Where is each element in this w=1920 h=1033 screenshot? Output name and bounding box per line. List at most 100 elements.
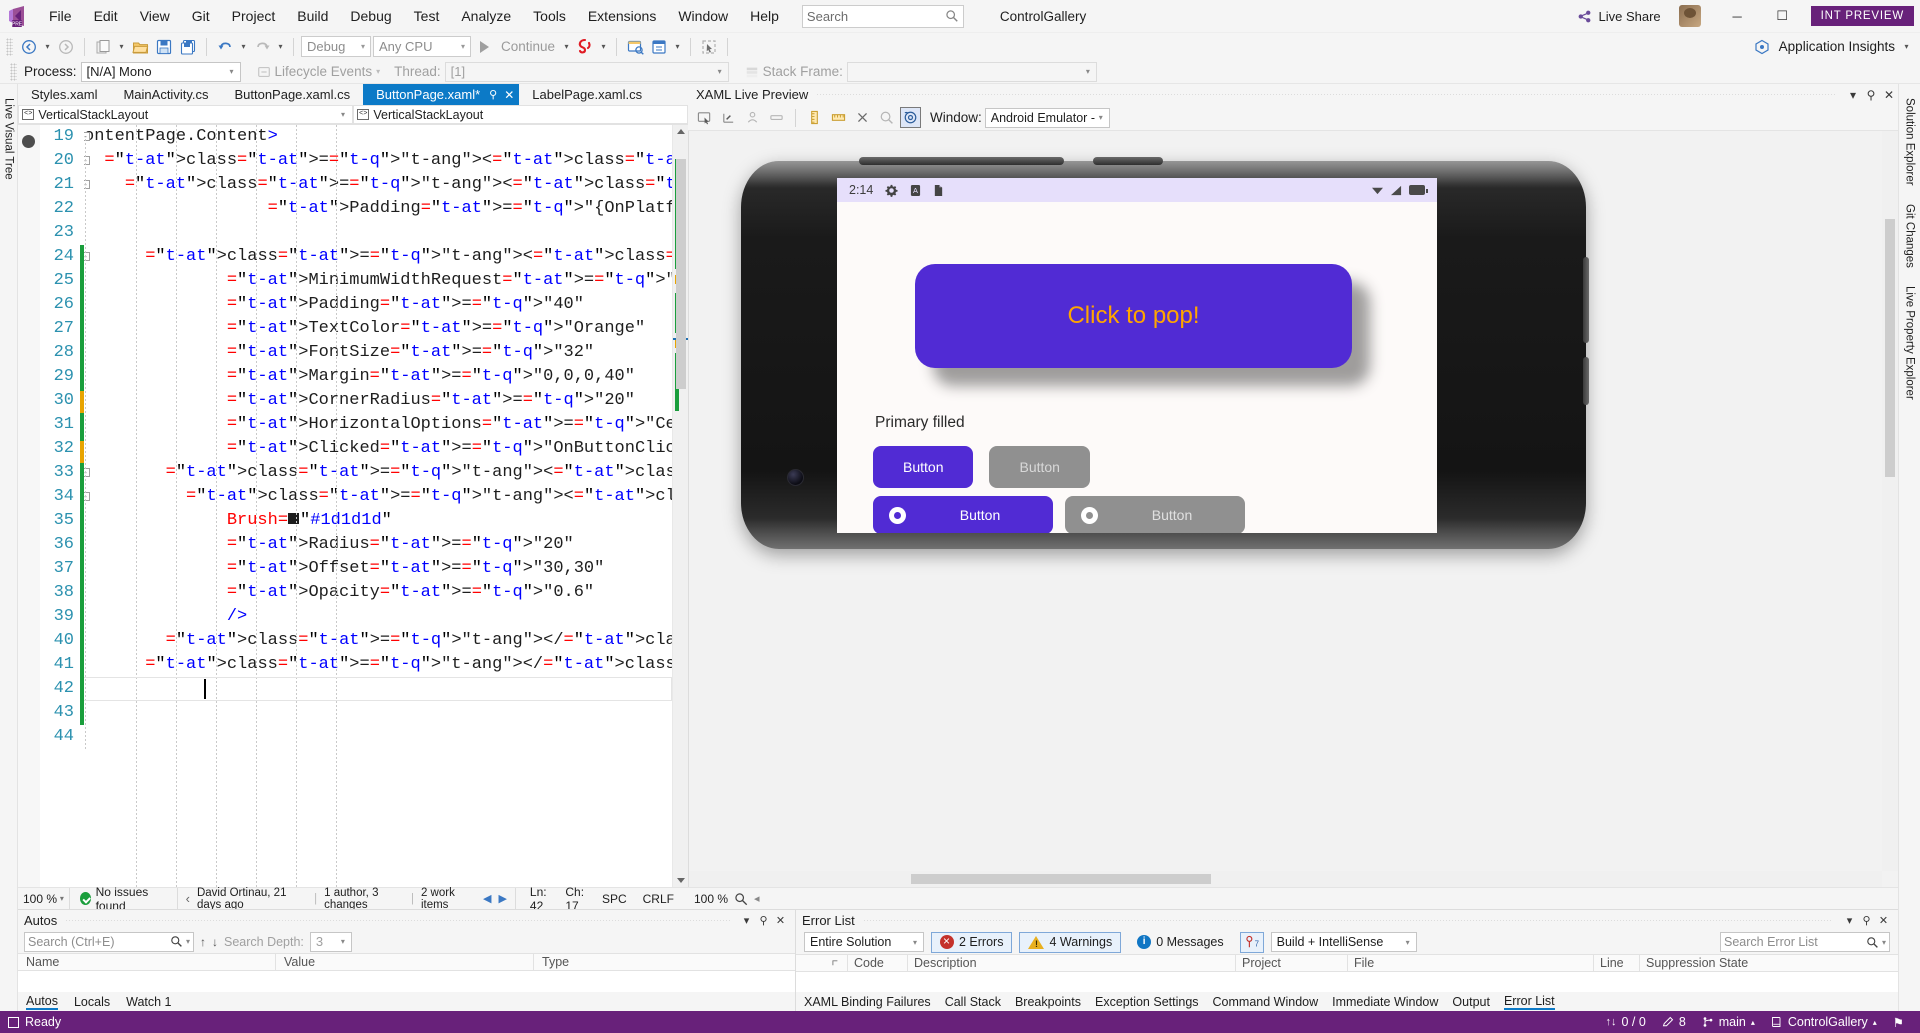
build-intellisense-combo[interactable]: Build + IntelliSense ▾ [1270,932,1417,952]
error-list-close-icon[interactable]: ✕ [1875,914,1892,927]
horizontal-ruler-icon[interactable] [828,107,849,128]
code-line[interactable]: ="t-at">TextColor="t-at">=="t-q">"Orange… [84,317,672,341]
scrollbar-thumb[interactable] [911,874,1211,884]
preview-horizontal-scrollbar[interactable] [689,871,1882,887]
redo-button[interactable] [251,36,273,58]
show-element-properties-icon[interactable] [718,107,739,128]
code-line[interactable]: Brush= "#1d1d1d" [84,509,672,533]
code-line[interactable]: ="t-at">class="t-at">=="t-q">"t-ang"><="… [84,245,672,269]
solution-configuration-combo[interactable]: Debug ▾ [301,36,371,57]
current-branch[interactable]: main ▴ [1694,1015,1763,1029]
search-next-icon[interactable]: ↓ [212,935,218,949]
preview-zoom-value[interactable]: 100 % [694,892,728,906]
next-change-icon[interactable]: ▶ [498,892,506,905]
code-line[interactable]: ="t-at">Offset="t-at">=="t-q">"30,30" [84,557,672,581]
code-line[interactable]: ="t-at">Clicked="t-at">=="t-q">"OnButton… [84,437,672,461]
code-line[interactable]: ="t-at">class="t-at">=="t-q">"t-ang"><="… [84,173,672,197]
tab-output[interactable]: Output [1452,995,1490,1009]
menu-help[interactable]: Help [739,2,790,30]
menu-test[interactable]: Test [403,2,451,30]
menu-analyze[interactable]: Analyze [450,2,522,30]
scrollbar-thumb[interactable] [1885,219,1895,477]
process-combo[interactable]: [N/A] Mono ▾ [80,61,241,82]
autos-menu-icon[interactable]: ▾ [738,914,755,927]
scrollbar-thumb[interactable] [676,159,686,389]
messages-filter-button[interactable]: 0 Messages [1128,932,1232,953]
tab-styles-xaml[interactable]: Styles.xaml [18,84,111,105]
code-line[interactable]: ="t-at">class="t-at">=="t-q">"t-ang"><="… [84,149,672,173]
live-preview-toggle-button[interactable] [624,36,646,58]
toolbar-gripper[interactable] [6,37,13,56]
error-column-project[interactable]: Project [1236,955,1348,971]
navigate-back-dropdown-icon[interactable]: ▾ [42,36,53,58]
preview-tab[interactable]: XAML Live Preview [692,87,808,102]
autos-rows-area[interactable] [18,971,795,992]
codelens-git-info[interactable]: ‹ David Ortinau, 21 days ago | 1 author,… [178,887,516,911]
code-surface[interactable]: 19 20 21 22 23 24 25 26 27 28 29 30 31 32 33 34 35 36 37 38… [18,125,688,887]
application-insights-label[interactable]: Application Insights [1775,39,1899,54]
code-text[interactable]: ontentPage.Content> ="t-at">class="t-at"… [84,125,672,887]
continue-play-icon[interactable] [473,36,495,58]
rail-tab-live-property-explorer[interactable]: Live Property Explorer [1902,278,1918,408]
rail-tab-live-visual-tree[interactable]: Live Visual Tree [1,90,17,188]
tab-buttonpage-xaml[interactable]: ButtonPage.xaml* ⚲ ✕ [363,84,520,105]
errors-filter-button[interactable]: 2 Errors [931,931,1013,953]
indent-mode-indicator[interactable]: SPC [602,892,627,906]
editor-zoom-combo[interactable]: 100 % ▾ [18,888,70,909]
autos-column-name[interactable]: Name [18,954,276,970]
primary-filled-button[interactable]: Button [873,446,974,488]
editor-issues-indicator[interactable]: No issues found [70,885,178,913]
hot-reload-button[interactable] [574,36,596,58]
error-list-menu-icon[interactable]: ▾ [1841,914,1858,927]
application-insights-icon[interactable] [1751,36,1773,58]
visual-tree-button[interactable] [648,36,670,58]
tab-buttonpage-xaml-cs[interactable]: ButtonPage.xaml.cs [221,84,364,105]
code-line[interactable]: /> [84,605,672,629]
pending-changes[interactable]: 8 [1654,1015,1694,1029]
code-line[interactable]: ="t-at">HorizontalOptions="t-at">=="t-q"… [84,413,672,437]
hot-reload-dropdown-icon[interactable]: ▾ [598,36,609,58]
error-list-search-input[interactable]: Search Error List ▾ [1720,932,1890,952]
chevron-down-icon[interactable]: ▾ [376,67,380,76]
new-project-button[interactable] [92,36,114,58]
thread-combo[interactable]: [1] ▾ [444,61,729,82]
error-list-rows-area[interactable] [796,972,1898,992]
tab-exception-settings[interactable]: Exception Settings [1095,995,1199,1009]
tab-breakpoints[interactable]: Breakpoints [1015,995,1081,1009]
account-avatar[interactable] [1678,5,1701,27]
code-line[interactable]: ="t-at">CornerRadius="t-at">=="t-q">"20" [84,389,672,413]
scroll-up-arrow-icon[interactable] [677,129,685,134]
menu-window[interactable]: Window [667,2,739,30]
search-depth-combo[interactable]: 3 ▾ [309,931,352,952]
primary-icon-button[interactable]: Button [873,496,1053,533]
autos-column-type[interactable]: Type [534,954,795,970]
error-column-file[interactable]: File [1348,955,1594,971]
visual-tree-dropdown-icon[interactable]: ▾ [672,36,683,58]
error-column-suppression[interactable]: Suppression State [1640,955,1898,971]
application-insights-dropdown-icon[interactable]: ▾ [1901,36,1912,58]
preview-close-icon[interactable]: ✕ [1880,88,1898,102]
rail-tab-git-changes[interactable]: Git Changes [1902,196,1918,276]
zoom-icon[interactable] [734,892,748,906]
chevron-down-icon[interactable]: ▾ [1879,938,1886,947]
menu-debug[interactable]: Debug [339,2,402,30]
minimize-button[interactable]: ─ [1715,1,1760,31]
code-line[interactable]: ="t-at">class="t-at">=="t-q">"t-ang"></=… [84,629,672,653]
autos-column-value[interactable]: Value [276,954,534,970]
code-line[interactable]: ontentPage.Content> [84,125,672,149]
tab-error-list[interactable]: Error List [1503,994,1555,1010]
nav-member-combo[interactable]: <> VerticalStackLayout [353,105,688,124]
maximize-button[interactable]: ☐ [1760,1,1805,31]
navigate-back-button[interactable] [18,36,40,58]
tab-watch-1[interactable]: Watch 1 [126,995,171,1009]
code-line[interactable]: ="t-at">class="t-at">=="t-q">"t-ang"><="… [84,461,672,485]
lifecycle-events-label[interactable]: Lifecycle Events [275,64,373,79]
tab-labelpage-xaml-cs[interactable]: LabelPage.xaml.cs [519,84,656,105]
error-column-line[interactable]: Line [1594,955,1640,971]
error-column-description[interactable]: Description [908,955,1236,971]
code-line[interactable]: ="t-at">FontSize="t-at">=="t-q">"32" [84,341,672,365]
preview-window-combo[interactable]: Android Emulator - pixel ▾ [984,107,1110,128]
editor-vertical-scrollbar[interactable] [672,125,688,887]
preview-vertical-scrollbar[interactable] [1882,131,1898,871]
preview-pin-icon[interactable]: ⚲ [1862,88,1880,102]
